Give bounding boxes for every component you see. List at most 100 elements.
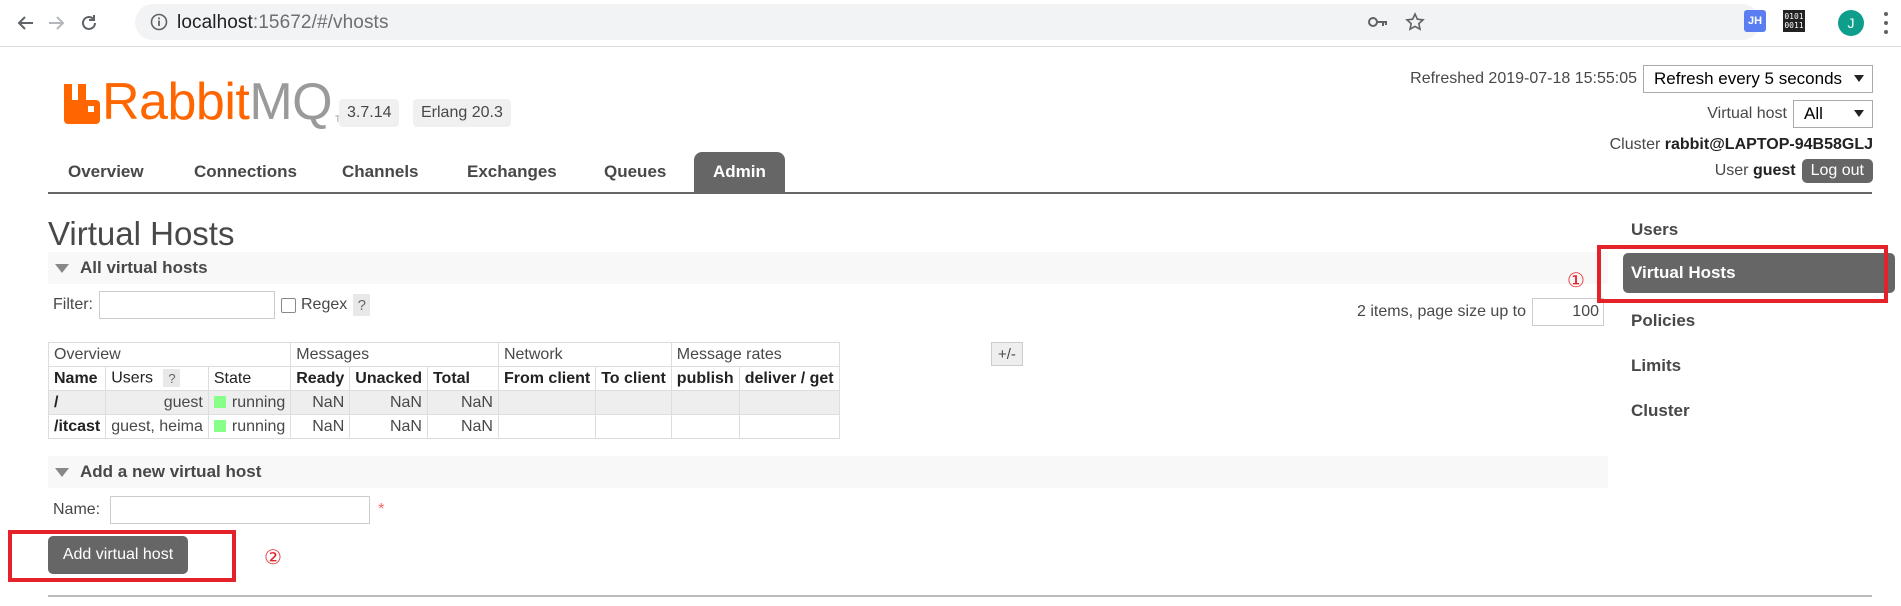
rabbitmq-logo: RabbitMQ TM	[62, 76, 348, 128]
menu-kebab-icon[interactable]	[1883, 12, 1889, 34]
vhost-name-input[interactable]	[110, 496, 371, 524]
users-help-icon[interactable]: ?	[163, 369, 181, 388]
table-row[interactable]: /itcast guest, heima running NaN NaN NaN	[47, 414, 840, 439]
tab-overview[interactable]: Overview	[68, 152, 144, 192]
vhost-users: guest, heima	[105, 414, 209, 439]
vhost-state: running	[207, 414, 292, 439]
url-host: localhost	[177, 12, 253, 33]
vhost-total: NaN	[426, 414, 499, 439]
vhost-to-client	[595, 390, 672, 415]
paging-row: 2 items, page size up to 100	[1357, 298, 1604, 326]
add-vhost-section-toggle[interactable]: Add a new virtual host	[48, 456, 1608, 488]
col-deliver-get[interactable]: deliver / get	[738, 366, 840, 391]
vhost-state-text: running	[231, 393, 286, 411]
vhost-row: Virtual host All	[1707, 100, 1873, 128]
erlang-badge: Erlang 20.3	[413, 99, 511, 127]
binary-line-2: 0011	[1784, 21, 1804, 30]
running-status-icon	[213, 419, 226, 432]
vhost-name-link[interactable]: /itcast	[47, 414, 107, 439]
col-to-client[interactable]: To client	[595, 366, 672, 391]
nav-limits[interactable]: Limits	[1631, 356, 1681, 376]
logo-rabbit-text: Rabbit	[102, 73, 250, 131]
filter-row: Filter: Regex ?	[53, 291, 371, 319]
required-marker: *	[378, 501, 385, 518]
group-network: Network	[497, 342, 672, 367]
columns-toggle-button[interactable]: +/-	[991, 342, 1023, 366]
vhost-from-client	[497, 390, 597, 415]
refresh-interval-value: Refresh every 5 seconds	[1654, 69, 1843, 88]
vhost-publish	[670, 414, 740, 439]
vhost-ready: NaN	[290, 390, 351, 415]
tab-admin[interactable]: Admin	[694, 152, 785, 192]
nav-users[interactable]: Users	[1631, 220, 1678, 240]
key-icon[interactable]	[1367, 12, 1389, 37]
nav-cluster[interactable]: Cluster	[1631, 401, 1690, 421]
col-name[interactable]: Name	[47, 366, 107, 391]
annotation-marker-1: ①	[1567, 270, 1585, 292]
col-users-label: Users	[111, 369, 154, 387]
annotation-marker-2: ②	[264, 547, 282, 569]
col-unacked[interactable]: Unacked	[349, 366, 428, 391]
binary-line-1: 0101	[1784, 12, 1804, 21]
vhosts-table: Overview Messages Network Message rates …	[47, 342, 840, 439]
collapse-triangle-icon	[55, 467, 69, 477]
info-icon[interactable]	[150, 13, 168, 36]
refresh-interval-select[interactable]: Refresh every 5 seconds	[1643, 65, 1873, 93]
url-path: :15672/#/vhosts	[252, 12, 389, 33]
refreshed-time: 2019-07-18 15:55:05	[1488, 70, 1637, 87]
forward-arrow-icon[interactable]	[42, 9, 70, 37]
main-tabs: Overview Connections Channels Exchanges …	[48, 152, 1872, 194]
profile-avatar[interactable]: J	[1838, 10, 1864, 36]
vhost-users: guest	[105, 390, 209, 415]
reload-icon[interactable]	[75, 9, 103, 37]
vhost-select[interactable]: All	[1793, 100, 1873, 128]
url-text: localhost:15672/#/vhosts	[177, 12, 389, 34]
running-status-icon	[213, 395, 226, 408]
col-ready[interactable]: Ready	[290, 366, 351, 391]
tab-queues[interactable]: Queues	[604, 152, 666, 192]
star-icon[interactable]	[1405, 12, 1425, 37]
col-publish[interactable]: publish	[670, 366, 740, 391]
group-message-rates: Message rates	[670, 342, 840, 367]
filter-label: Filter:	[53, 296, 93, 313]
filter-input[interactable]	[99, 291, 275, 319]
page-size-input[interactable]: 100	[1532, 298, 1604, 326]
col-total[interactable]: Total	[426, 366, 499, 391]
tab-exchanges[interactable]: Exchanges	[467, 152, 557, 192]
address-bar[interactable]: localhost:15672/#/vhosts	[135, 4, 1760, 40]
dropdown-arrow-icon	[1854, 75, 1864, 82]
group-overview: Overview	[47, 342, 292, 367]
vhost-select-value: All	[1804, 104, 1823, 123]
refresh-row: Refreshed 2019-07-18 15:55:05 Refresh ev…	[1410, 65, 1873, 93]
vhost-unacked: NaN	[349, 390, 428, 415]
regex-help-icon[interactable]: ?	[353, 294, 371, 316]
vhost-label: Virtual host	[1707, 105, 1787, 122]
tab-channels[interactable]: Channels	[342, 152, 419, 192]
table-row[interactable]: / guest running NaN NaN NaN	[47, 390, 840, 415]
vhost-deliver-get	[738, 414, 840, 439]
extension-jh-icon[interactable]: JH	[1744, 10, 1766, 32]
logo-mq-text: MQ	[249, 73, 333, 131]
tab-connections[interactable]: Connections	[194, 152, 297, 192]
annotation-box-2	[8, 530, 236, 582]
extension-binary-icon[interactable]: 0101 0011	[1783, 10, 1805, 32]
regex-checkbox[interactable]	[281, 297, 296, 313]
group-messages: Messages	[290, 342, 499, 367]
vhost-state: running	[207, 390, 292, 415]
name-label: Name:	[53, 501, 101, 518]
vhost-from-client	[497, 414, 597, 439]
nav-policies[interactable]: Policies	[1631, 311, 1695, 331]
add-vhost-section-title: Add a new virtual host	[80, 462, 262, 481]
col-state[interactable]: State	[207, 366, 292, 391]
vhost-unacked: NaN	[349, 414, 428, 439]
vhost-publish	[670, 390, 740, 415]
add-vhost-name-row: Name: *	[53, 496, 384, 524]
all-vhosts-section-toggle[interactable]: All virtual hosts	[48, 252, 1608, 284]
refreshed-label: Refreshed	[1410, 70, 1484, 87]
vhost-name-link[interactable]: /	[47, 390, 107, 415]
regex-label: Regex	[301, 296, 348, 313]
back-arrow-icon[interactable]	[12, 9, 40, 37]
col-from-client[interactable]: From client	[497, 366, 597, 391]
col-users: Users ?	[105, 366, 209, 391]
vhost-to-client	[595, 414, 672, 439]
